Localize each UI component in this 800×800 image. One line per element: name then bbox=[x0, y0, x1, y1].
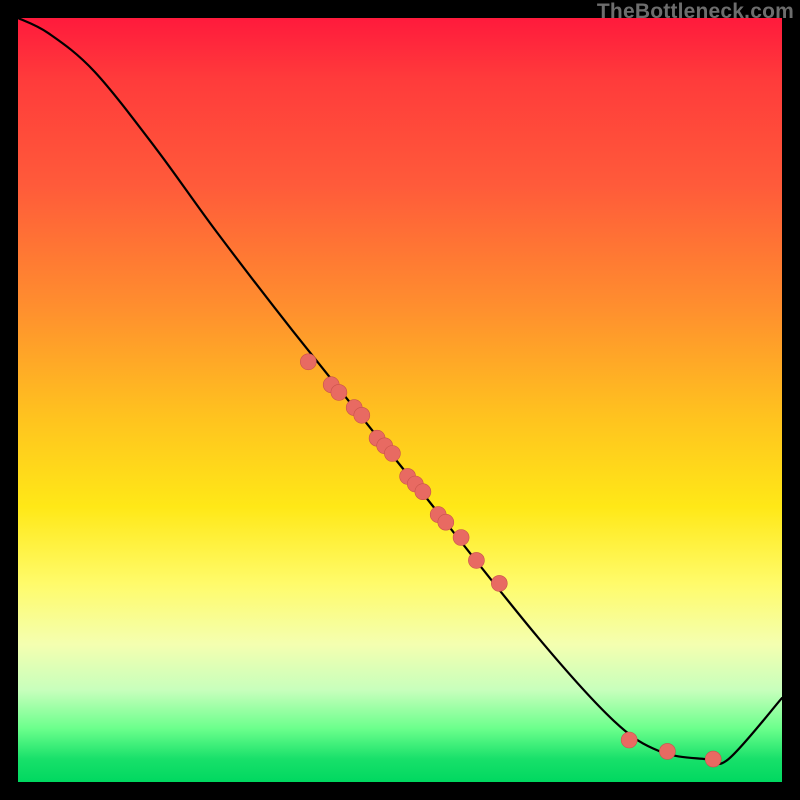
data-point bbox=[300, 354, 316, 370]
chart-frame: TheBottleneck.com bbox=[0, 0, 800, 800]
plot-area bbox=[18, 18, 782, 782]
data-point bbox=[705, 751, 721, 767]
chart-overlay-svg bbox=[18, 18, 782, 782]
data-point bbox=[659, 743, 675, 759]
data-point bbox=[453, 530, 469, 546]
bottleneck-curve bbox=[18, 18, 782, 764]
data-point bbox=[621, 732, 637, 748]
data-point bbox=[331, 384, 347, 400]
data-point bbox=[415, 484, 431, 500]
data-point bbox=[438, 514, 454, 530]
data-point bbox=[491, 575, 507, 591]
attribution-watermark: TheBottleneck.com bbox=[597, 0, 794, 24]
data-point bbox=[468, 552, 484, 568]
data-point bbox=[384, 446, 400, 462]
data-point bbox=[354, 407, 370, 423]
scatter-cluster bbox=[300, 354, 721, 767]
